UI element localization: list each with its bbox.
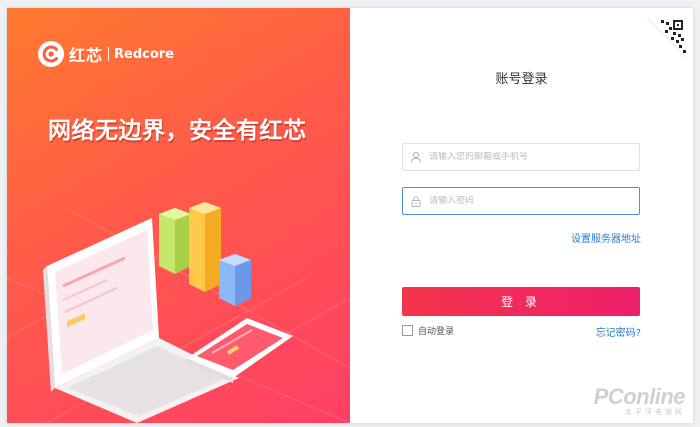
brand-divider: [108, 47, 110, 61]
auto-login-checkbox[interactable]: [402, 325, 413, 336]
auto-login-label: 自动登录: [418, 327, 455, 337]
brand-name-en: Redcore: [114, 46, 175, 62]
brand-panel: 红芯 Redcore 网络无边界，安全有红芯: [7, 8, 350, 423]
watermark-sub: 太平洋电脑网: [625, 408, 685, 416]
login-button[interactable]: 登 录: [402, 287, 640, 316]
password-input[interactable]: [429, 196, 629, 206]
watermark: PConline 太平洋电脑网: [593, 384, 686, 417]
slogan: 网络无边界，安全有红芯: [48, 118, 307, 144]
forgot-password-link[interactable]: 忘记密码?: [596, 324, 641, 339]
login-panel: 账号登录 设置服务器地址 登 录 自动登录 忘记密码? PConline 太平洋…: [350, 8, 693, 423]
login-window: 红芯 Redcore 网络无边界，安全有红芯 账号登录 请输入您的邮箱或手机号 …: [7, 8, 693, 423]
lock-icon: [403, 188, 429, 214]
username-field[interactable]: [402, 143, 640, 171]
password-field[interactable]: [402, 187, 640, 215]
brand: 红芯 Redcore: [37, 40, 174, 68]
login-title: 账号登录: [495, 72, 548, 87]
auto-login[interactable]: 自动登录: [402, 324, 454, 337]
server-settings-link[interactable]: 设置服务器地址: [571, 230, 641, 245]
brand-name-cn: 红芯: [69, 46, 104, 65]
watermark-main: PConline: [593, 384, 686, 409]
laptop-phone-illustration: [7, 202, 350, 423]
qr-code-icon[interactable]: [647, 18, 687, 58]
user-icon: [403, 144, 429, 170]
username-input[interactable]: [429, 152, 629, 162]
redcore-logo-icon: [38, 41, 64, 67]
chart-bars: [159, 202, 251, 306]
